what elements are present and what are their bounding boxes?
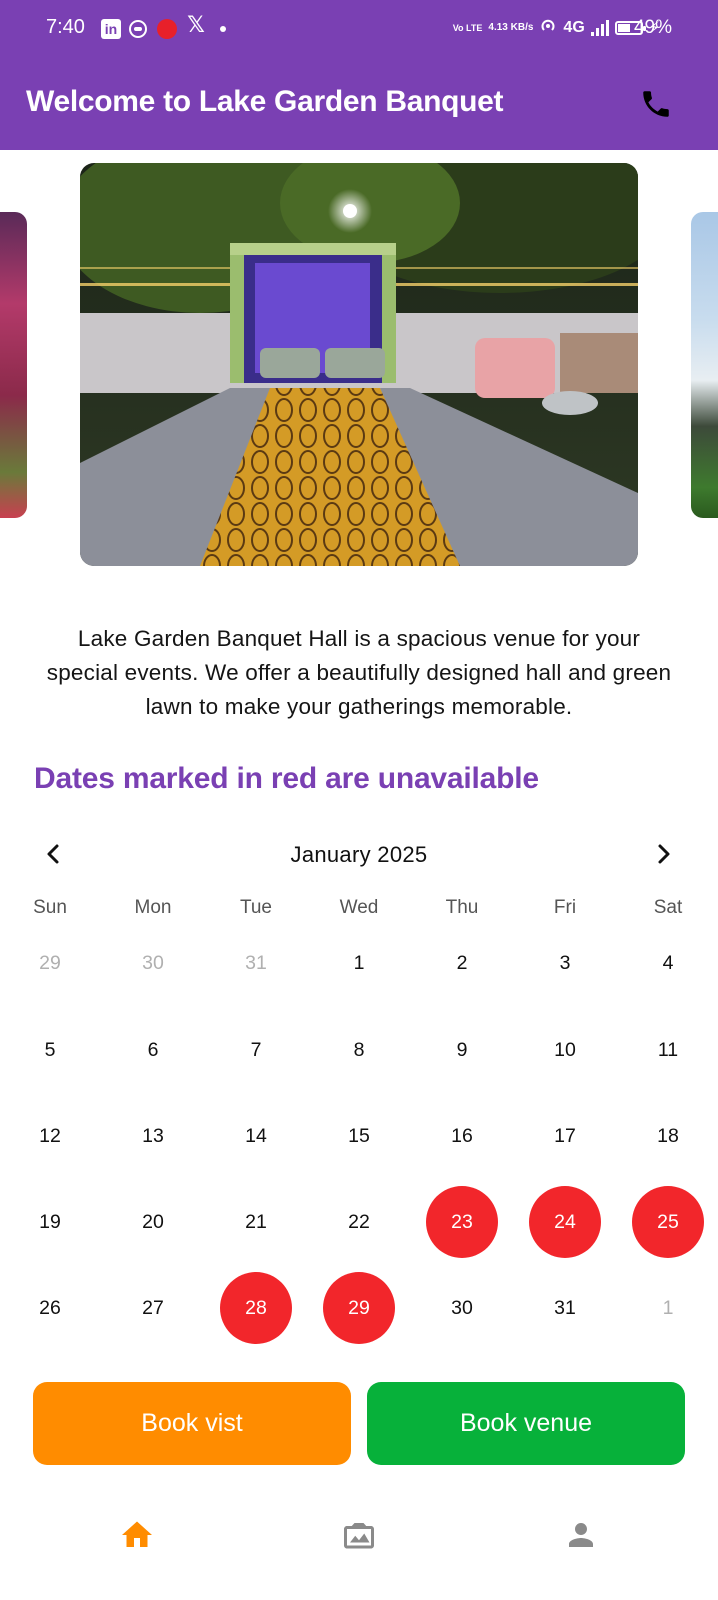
calendar-day[interactable]: 15: [323, 1100, 395, 1172]
venue-photo: [80, 163, 638, 566]
book-visit-button[interactable]: Book vist: [33, 1382, 351, 1465]
calendar-day[interactable]: 8: [323, 1014, 395, 1086]
calendar-day[interactable]: 31: [220, 927, 292, 999]
calendar-day[interactable]: 30: [426, 1272, 498, 1344]
venue-description: Lake Garden Banquet Hall is a spacious v…: [46, 626, 672, 719]
calendar-day[interactable]: 11: [632, 1014, 704, 1086]
calendar-day-unavailable[interactable]: 28: [220, 1272, 292, 1344]
calendar-day[interactable]: 13: [117, 1100, 189, 1172]
status-bar: 7:40 in 𝕏 Vo LTE 4.13 KB/s 4G ⚡ 49%: [0, 0, 718, 58]
phone-icon: [643, 91, 669, 117]
next-month-button[interactable]: [645, 836, 681, 872]
month-label: January 2025: [290, 842, 428, 867]
calendar-day[interactable]: 14: [220, 1100, 292, 1172]
weekday-row: Sun Mon Tue Wed Thu Fri Sat: [0, 897, 718, 927]
image-carousel[interactable]: [0, 160, 718, 568]
calendar-day[interactable]: 30: [117, 927, 189, 999]
status-time: 7:40: [46, 16, 85, 38]
weekday-label: Mon: [134, 897, 172, 918]
availability-notice: Dates marked in red are unavailable: [34, 762, 539, 795]
calendar-day-unavailable[interactable]: 24: [529, 1186, 601, 1258]
chevron-right-icon: [658, 844, 670, 864]
app-bar: Welcome to Lake Garden Banquet: [0, 58, 718, 150]
volte-icon: Vo LTE: [452, 22, 483, 33]
book-venue-button[interactable]: Book venue: [367, 1382, 685, 1465]
calendar-day[interactable]: 10: [529, 1014, 601, 1086]
carousel-slide-next[interactable]: [691, 212, 718, 518]
x-icon: 𝕏: [187, 12, 205, 37]
calendar-day[interactable]: 21: [220, 1186, 292, 1258]
nav-profile[interactable]: [551, 1513, 611, 1557]
calendar-day[interactable]: 22: [323, 1186, 395, 1258]
page-title: Welcome to Lake Garden Banquet: [26, 85, 504, 118]
carousel-slide-previous[interactable]: [0, 212, 27, 518]
calendar-header: January 2025: [0, 830, 718, 880]
calendar-day[interactable]: 1: [632, 1272, 704, 1344]
calendar-day[interactable]: 1: [323, 927, 395, 999]
calendar-day[interactable]: 31: [529, 1272, 601, 1344]
calendar-day-unavailable[interactable]: 29: [323, 1272, 395, 1344]
calendar-day[interactable]: 16: [426, 1100, 498, 1172]
calendar-day[interactable]: 7: [220, 1014, 292, 1086]
home-icon: [122, 1521, 152, 1547]
carousel-slide-current[interactable]: [80, 163, 638, 566]
calendar-day[interactable]: 3: [529, 927, 601, 999]
calendar-day[interactable]: 9: [426, 1014, 498, 1086]
weekday-label: Tue: [239, 897, 273, 918]
app-circle-icon: [129, 20, 147, 38]
nav-gallery[interactable]: [329, 1513, 389, 1557]
calendar-day[interactable]: 5: [14, 1014, 86, 1086]
weekday-label: Sun: [33, 897, 67, 918]
weekday-label: Sat: [653, 897, 683, 918]
calendar-day[interactable]: 29: [14, 927, 86, 999]
calendar-day[interactable]: 2: [426, 927, 498, 999]
hotspot-icon: [539, 17, 557, 38]
calendar-day[interactable]: 4: [632, 927, 704, 999]
network-speed: 4.13 KB/s: [488, 22, 534, 33]
calendar-day[interactable]: 20: [117, 1186, 189, 1258]
calendar-day[interactable]: 18: [632, 1100, 704, 1172]
calendar-day[interactable]: 27: [117, 1272, 189, 1344]
nav-home[interactable]: [107, 1513, 167, 1557]
weekday-label: Thu: [445, 897, 479, 918]
red-app-icon: [157, 19, 177, 39]
call-button[interactable]: [636, 84, 676, 124]
calendar-day[interactable]: 19: [14, 1186, 86, 1258]
calendar-day[interactable]: 17: [529, 1100, 601, 1172]
signal-icon: [590, 19, 609, 36]
network-type: 4G: [563, 18, 585, 36]
linkedin-icon: in: [101, 19, 121, 39]
calendar-day[interactable]: 6: [117, 1014, 189, 1086]
calendar-day-unavailable[interactable]: 25: [632, 1186, 704, 1258]
weekday-label: Wed: [339, 897, 379, 918]
weekday-label: Fri: [553, 897, 577, 918]
calendar-day-unavailable[interactable]: 23: [426, 1186, 498, 1258]
gallery-icon: [344, 1523, 374, 1549]
calendar-day[interactable]: 26: [14, 1272, 86, 1344]
bottom-navigation: [0, 1495, 718, 1575]
more-dot-icon: [220, 26, 226, 32]
battery-percent: 49%: [633, 17, 672, 38]
status-right: Vo LTE 4.13 KB/s 4G ⚡: [453, 17, 660, 38]
calendar-day[interactable]: 12: [14, 1100, 86, 1172]
profile-icon: [569, 1523, 593, 1547]
